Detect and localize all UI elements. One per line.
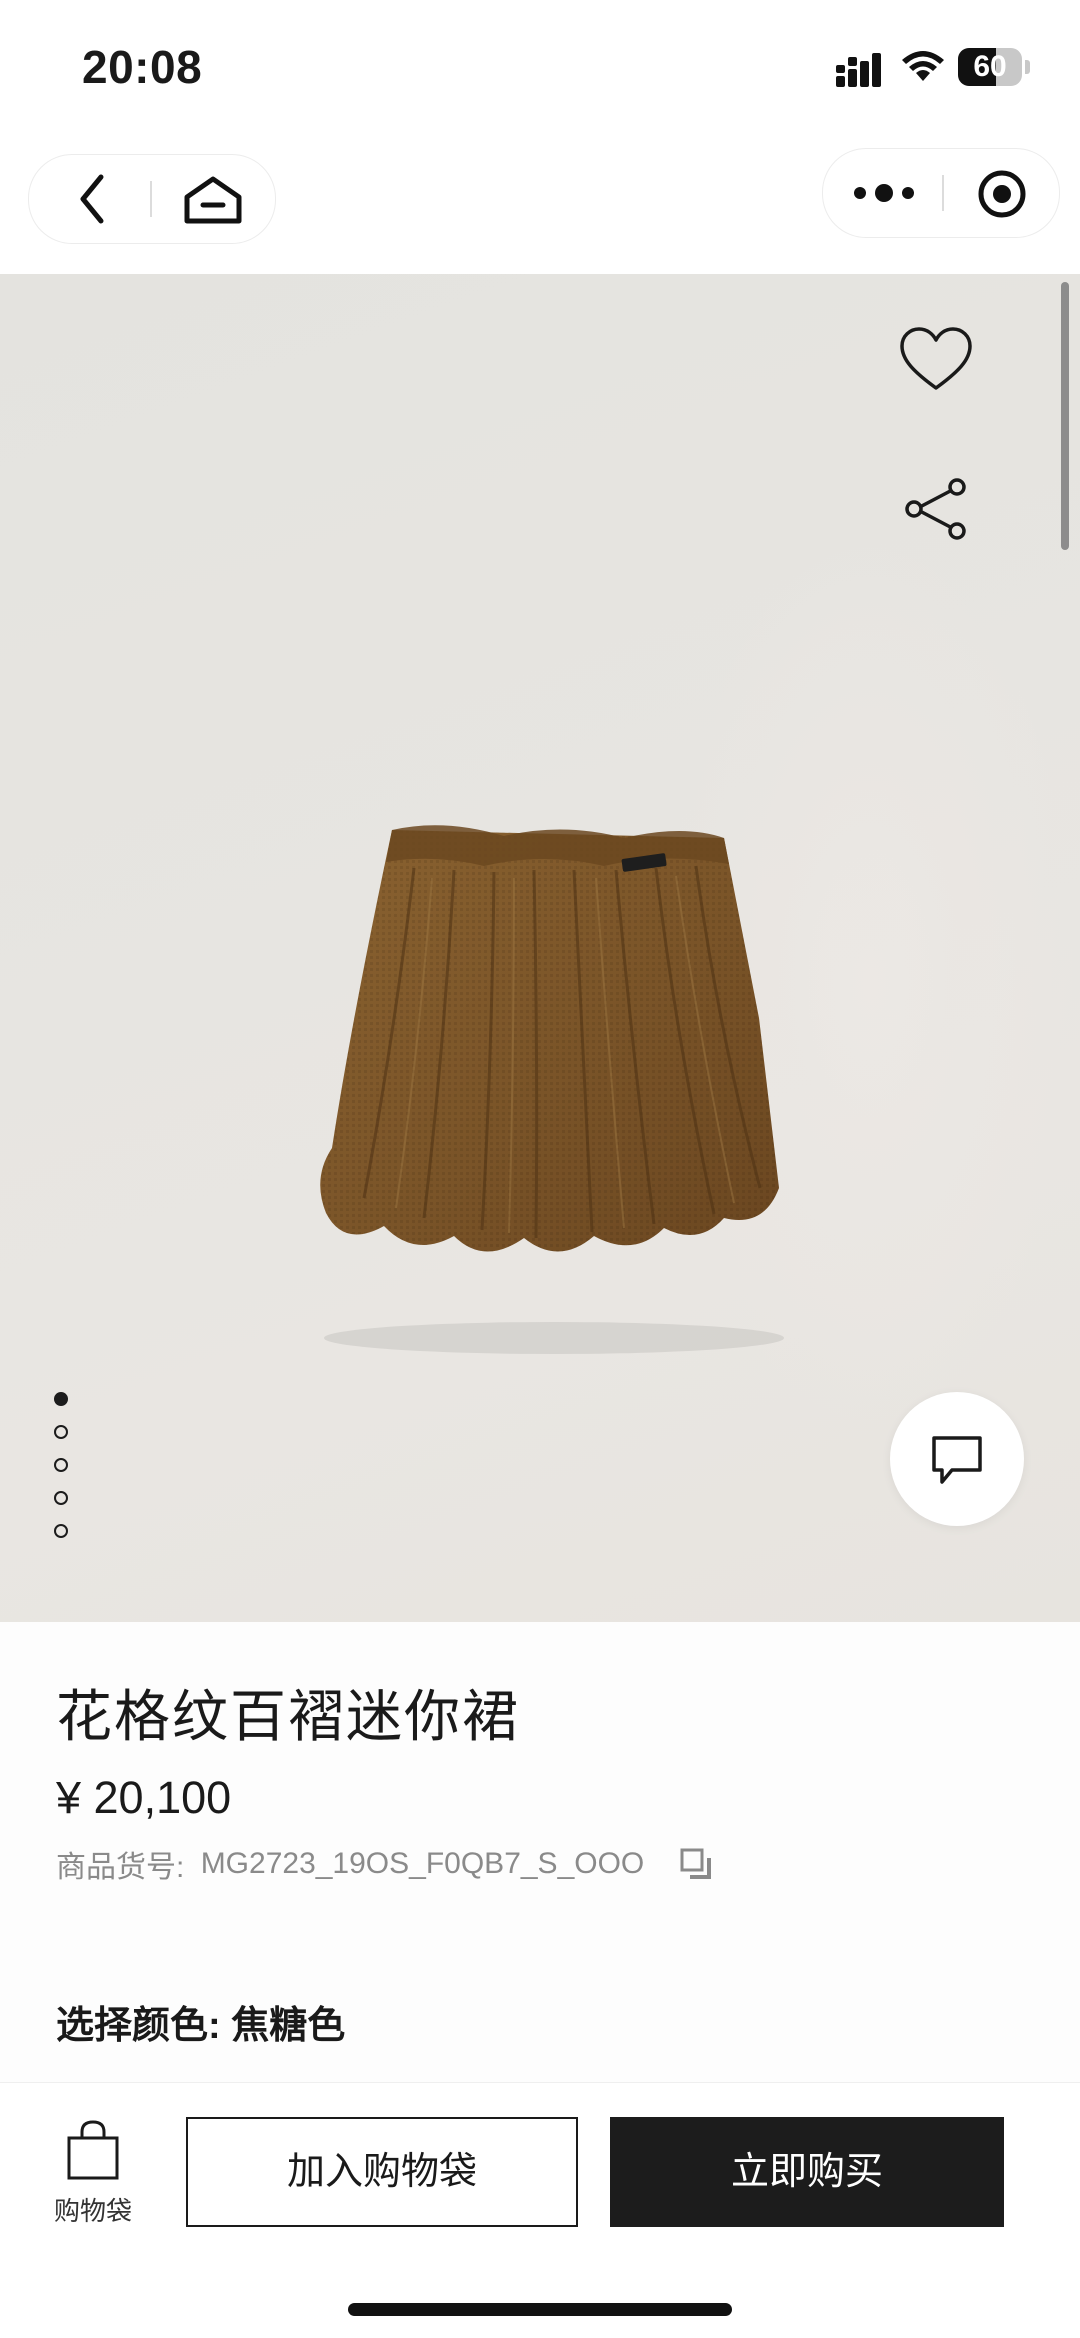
carousel-pager[interactable] [54, 1392, 72, 1552]
home-indicator[interactable] [348, 2303, 732, 2316]
status-time: 20:08 [82, 41, 203, 93]
sku-label: 商品货号: [56, 1851, 185, 1884]
bottom-action-bar: 购物袋 加入购物袋 立即购买 [0, 2082, 1080, 2338]
cellular-signal-icon [836, 53, 881, 87]
pager-dot[interactable] [54, 1458, 68, 1472]
pager-dot[interactable] [54, 1392, 68, 1406]
product-skirt-image [320, 825, 784, 1354]
wifi-icon [902, 51, 944, 81]
color-selector[interactable]: 选择颜色: 焦糖色 [56, 1994, 345, 2049]
color-label: 选择颜色: [56, 2005, 221, 2047]
nav-capsule-left [28, 154, 276, 244]
chat-button[interactable] [890, 1392, 1024, 1526]
battery-level: 60 [973, 50, 1007, 83]
heart-icon[interactable] [896, 324, 976, 396]
shopping-bag-icon [67, 2120, 119, 2180]
product-image-carousel[interactable] [0, 274, 1080, 1622]
product-info: 花格纹百褶迷你裙 ¥ 20,100 商品货号: MG2723_19OS_F0QB… [0, 1622, 1080, 2082]
back-icon[interactable] [67, 173, 119, 225]
pager-dot[interactable] [54, 1491, 68, 1505]
add-to-bag-button[interactable]: 加入购物袋 [186, 2117, 578, 2227]
nav-capsule-right [822, 148, 1060, 238]
sku-value: MG2723_19OS_F0QB7_S_OOO [200, 1847, 645, 1880]
pager-dot[interactable] [54, 1524, 68, 1538]
status-bar: 20:08 60 [0, 0, 1080, 140]
nav-divider [942, 175, 944, 211]
sku-row: 商品货号: MG2723_19OS_F0QB7_S_OOO [56, 1842, 713, 1884]
target-icon[interactable] [975, 167, 1029, 221]
shopping-bag-nav[interactable]: 购物袋 [40, 2119, 146, 2229]
buy-now-button[interactable]: 立即购买 [610, 2117, 1004, 2227]
share-icon[interactable] [902, 478, 970, 540]
copy-icon[interactable] [679, 1847, 713, 1881]
product-title: 花格纹百褶迷你裙 [56, 1685, 520, 1748]
battery-indicator: 60 [958, 48, 1032, 86]
nav-divider [150, 181, 152, 217]
more-dots-icon[interactable] [851, 171, 917, 215]
home-icon[interactable] [181, 175, 245, 225]
product-price: ¥ 20,100 [56, 1772, 232, 1823]
battery-cap [1025, 60, 1030, 74]
pager-dot[interactable] [54, 1425, 68, 1439]
chat-bubble-icon [932, 1436, 982, 1484]
color-value: 焦糖色 [231, 2005, 346, 2047]
bag-label: 购物袋 [53, 2196, 132, 2226]
battery-body: 60 [958, 48, 1022, 86]
scrollbar[interactable] [1061, 282, 1069, 550]
